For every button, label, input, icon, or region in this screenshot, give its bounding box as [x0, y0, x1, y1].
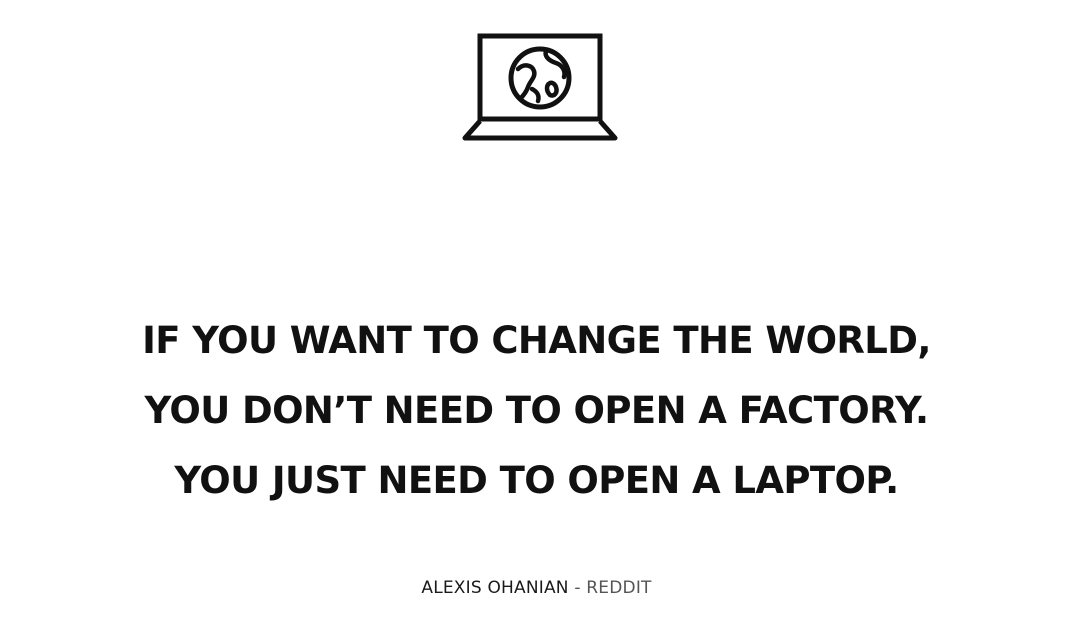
author-name: ALEXIS OHANIAN [421, 578, 569, 598]
globe-icon [508, 46, 572, 110]
attribution: ALEXIS OHANIAN - REDDIT [0, 576, 1073, 600]
quote-line-1: IF YOU WANT TO CHANGE THE WORLD, [142, 319, 931, 362]
quote-line-2: YOU DON’T NEED TO OPEN A FACTORY. [144, 389, 930, 432]
attribution-separator: - [568, 578, 587, 598]
source-name: REDDIT [586, 578, 652, 598]
quote-text: IF YOU WANT TO CHANGE THE WORLD, YOU DON… [0, 306, 1073, 516]
quote-line-3: YOU JUST NEED TO OPEN A LAPTOP. [174, 459, 899, 502]
laptop-globe-icon [462, 33, 618, 141]
